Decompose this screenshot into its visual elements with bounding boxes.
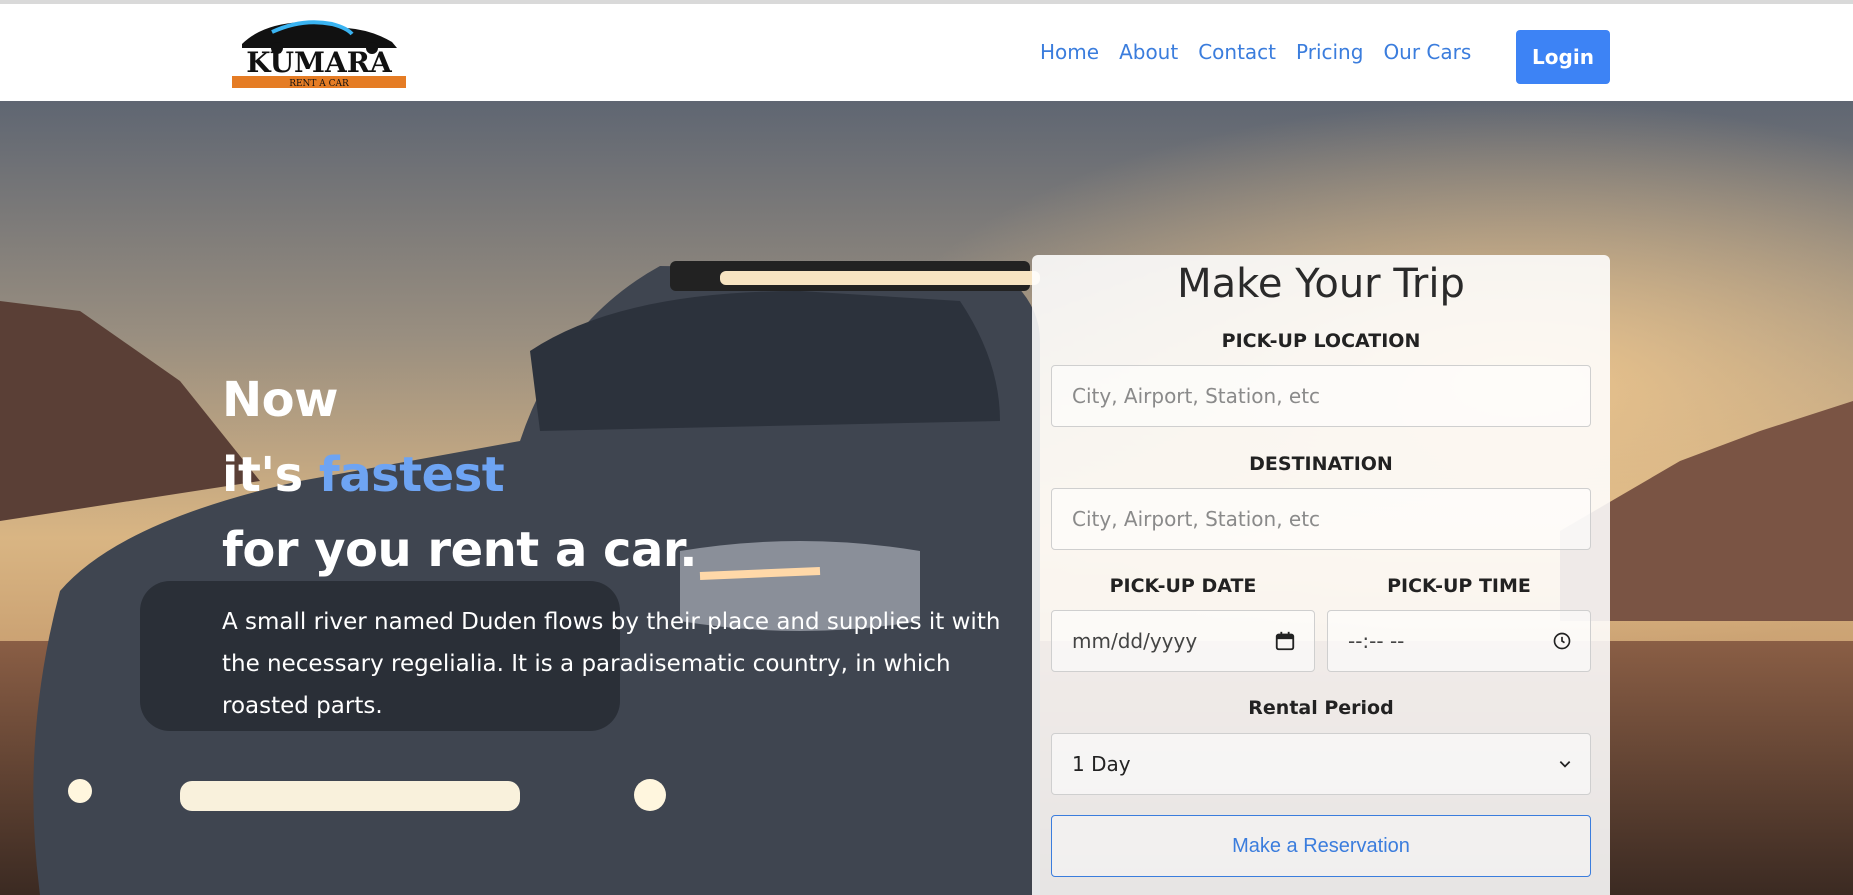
nav-home[interactable]: Home <box>1040 40 1099 64</box>
pickup-location-input[interactable]: City, Airport, Station, etc <box>1051 365 1591 427</box>
kumara-logo[interactable]: KUMARA RENT A CAR <box>232 14 406 90</box>
nav-our-cars[interactable]: Our Cars <box>1383 40 1471 64</box>
nav-contact[interactable]: Contact <box>1198 40 1276 64</box>
destination-input[interactable]: City, Airport, Station, etc <box>1051 488 1591 550</box>
chevron-down-icon <box>1559 761 1571 768</box>
form-title: Make Your Trip <box>1177 261 1465 307</box>
pickup-time-label: PICK-UP TIME <box>1387 575 1531 597</box>
headline-accent: fastest <box>318 447 505 503</box>
pickup-date-label: PICK-UP DATE <box>1109 575 1257 597</box>
destination-label: DESTINATION <box>1249 453 1393 475</box>
logo-text: KUMARA <box>246 46 393 79</box>
pickup-date-input[interactable]: mm/dd/yyyy <box>1051 610 1315 672</box>
navbar: KUMARA RENT A CAR Home About Contact Pri… <box>0 4 1853 101</box>
rental-period-select[interactable]: 1 Day <box>1051 733 1591 795</box>
logo-subtext: RENT A CAR <box>289 79 349 89</box>
login-button[interactable]: Login <box>1516 30 1610 84</box>
calendar-icon[interactable] <box>1274 630 1296 652</box>
nav-pricing[interactable]: Pricing <box>1296 40 1363 64</box>
make-reservation-button[interactable]: Make a Reservation <box>1051 815 1591 877</box>
main-nav: Home About Contact Pricing Our Cars <box>1040 40 1471 64</box>
headline-line-2: it's fastest <box>222 438 697 513</box>
headline-line-2-prefix: it's <box>222 447 319 503</box>
hero-headline: Now it's fastest for you rent a car. <box>222 363 697 588</box>
hero-section: Now it's fastest for you rent a car. A s… <box>0 101 1853 895</box>
hero-paragraph: A small river named Duden flows by their… <box>222 609 1001 719</box>
pickup-time-value: --:-- -- <box>1348 629 1405 653</box>
nav-about[interactable]: About <box>1119 40 1178 64</box>
rental-period-label: Rental Period <box>1248 697 1394 719</box>
trip-form: Make Your Trip PICK-UP LOCATION City, Ai… <box>1032 255 1610 895</box>
pickup-date-value: mm/dd/yyyy <box>1072 629 1198 653</box>
headline-line-1: Now <box>222 372 338 428</box>
clock-icon[interactable] <box>1552 631 1572 651</box>
headline-line-3: for you rent a car. <box>222 522 697 578</box>
pickup-time-input[interactable]: --:-- -- <box>1327 610 1591 672</box>
rental-period-value: 1 Day <box>1072 752 1131 776</box>
pickup-location-label: PICK-UP LOCATION <box>1221 330 1421 352</box>
